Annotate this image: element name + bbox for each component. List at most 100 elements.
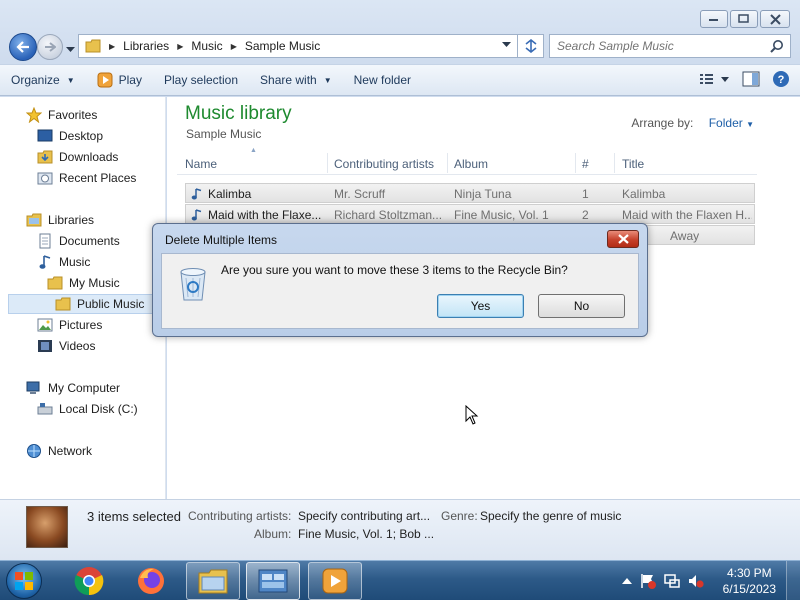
network-status-icon[interactable]	[664, 573, 680, 589]
no-button[interactable]: No	[538, 294, 625, 318]
breadcrumb-libraries[interactable]: Libraries	[123, 39, 169, 53]
folder-icon	[85, 39, 101, 53]
clock[interactable]: 4:30 PM 6/15/2023	[723, 565, 776, 597]
album-cell: Ninja Tuna	[454, 187, 512, 201]
breadcrumb-separator[interactable]: ▶	[109, 42, 115, 51]
address-history-dropdown-icon[interactable]	[502, 42, 511, 48]
star-icon	[26, 107, 42, 123]
nav-network[interactable]: Network	[0, 441, 165, 461]
action-center-flag-icon[interactable]	[640, 573, 656, 589]
table-row[interactable]: Kalimba Mr. Scruff Ninja Tuna 1 Kalimba	[185, 183, 755, 203]
taskbar-firefox[interactable]	[124, 562, 178, 600]
new-folder-button[interactable]: New folder	[343, 68, 422, 92]
nav-my-music[interactable]: My Music	[0, 273, 165, 293]
album-cell: Fine Music, Vol. 1	[454, 208, 549, 222]
artist-cell: Mr. Scruff	[334, 187, 386, 201]
column-header-title[interactable]: Title	[622, 157, 644, 171]
table-row[interactable]: Maid with the Flaxe... Richard Stoltzman…	[185, 204, 755, 224]
search-input[interactable]	[557, 39, 757, 53]
nav-music[interactable]: Music	[0, 252, 165, 272]
window-close-button[interactable]	[760, 10, 790, 28]
title-cell: Kalimba	[622, 187, 666, 201]
yes-button[interactable]: Yes	[437, 294, 524, 318]
column-header-name[interactable]: Name	[185, 157, 217, 171]
breadcrumb-separator[interactable]: ▶	[177, 42, 183, 51]
album-label: Album:	[254, 527, 292, 541]
libraries-icon	[26, 212, 42, 228]
show-hidden-icons-icon[interactable]	[622, 577, 632, 585]
show-desktop-button[interactable]	[786, 561, 800, 600]
column-header-artists[interactable]: Contributing artists	[334, 157, 434, 171]
nav-documents[interactable]: Documents	[0, 231, 165, 251]
navigation-pane: Favorites Desktop Downloads Recent Place…	[0, 97, 166, 499]
clock-date: 6/15/2023	[722, 582, 776, 596]
taskbar-media-player[interactable]	[308, 562, 362, 600]
recent-pages-dropdown[interactable]	[66, 42, 75, 56]
artists-label: Contributing artists:	[188, 509, 292, 523]
nav-favorites-label: Favorites	[48, 108, 98, 122]
nav-my-computer[interactable]: My Computer	[0, 378, 165, 398]
nav-videos[interactable]: Videos	[0, 336, 165, 356]
search-box[interactable]	[549, 34, 791, 58]
chevron-down-icon	[66, 47, 75, 52]
firefox-icon	[138, 568, 164, 594]
breadcrumb-music[interactable]: Music	[191, 39, 222, 53]
dialog-close-button[interactable]	[607, 230, 639, 248]
column-divider[interactable]	[614, 153, 615, 173]
toolbar-right-group: ?	[700, 70, 790, 88]
refresh-button[interactable]	[518, 34, 544, 58]
share-with-button[interactable]: Share with ▼	[249, 68, 343, 92]
preview-pane-icon[interactable]	[742, 71, 760, 87]
column-divider[interactable]	[575, 153, 576, 173]
chrome-icon	[74, 567, 104, 596]
dialog-title: Delete Multiple Items	[165, 233, 278, 247]
nav-desktop[interactable]: Desktop	[0, 126, 165, 146]
nav-libraries[interactable]: Libraries	[0, 210, 165, 230]
breadcrumb-sample-music[interactable]: Sample Music	[245, 39, 320, 53]
play-selection-button[interactable]: Play selection	[153, 68, 249, 92]
library-title: Music library	[185, 103, 292, 124]
dialog-body: Are you sure you want to move these 3 it…	[161, 253, 639, 329]
column-header-album[interactable]: Album	[454, 157, 488, 171]
music-note-icon	[37, 254, 53, 270]
title-cell: Maid with the Flaxen H...	[622, 208, 752, 222]
address-bar[interactable]: ▶ Libraries ▶ Music ▶ Sample Music	[78, 34, 518, 58]
play-button[interactable]: Play	[86, 68, 153, 92]
column-divider[interactable]	[327, 153, 328, 173]
audio-file-icon	[191, 188, 202, 200]
arrange-by-dropdown[interactable]: Folder ▼	[709, 116, 754, 130]
nav-pictures[interactable]: Pictures	[0, 315, 165, 335]
nav-public-music[interactable]: Public Music	[8, 294, 165, 314]
album-value[interactable]: Fine Music, Vol. 1; Bob ...	[298, 527, 434, 541]
search-icon[interactable]	[770, 39, 784, 53]
breadcrumb-separator[interactable]: ▶	[231, 42, 237, 51]
taskbar-control-panel[interactable]	[246, 562, 300, 600]
column-divider[interactable]	[447, 153, 448, 173]
forward-button[interactable]	[37, 34, 63, 60]
artists-value[interactable]: Specify contributing art...	[298, 509, 430, 523]
file-name: Maid with the Flaxe...	[208, 208, 322, 222]
taskbar-chrome[interactable]	[62, 562, 116, 600]
chevron-down-icon: ▼	[323, 75, 332, 85]
nav-public-music-label: Public Music	[77, 297, 145, 311]
back-button[interactable]	[9, 33, 37, 61]
system-tray	[622, 573, 704, 589]
column-header-number[interactable]: #	[582, 157, 589, 171]
close-icon	[617, 234, 629, 244]
arrow-left-icon	[16, 41, 29, 53]
nav-downloads[interactable]: Downloads	[0, 147, 165, 167]
maximize-icon	[738, 14, 749, 23]
downloads-folder-icon	[37, 149, 53, 165]
nav-favorites[interactable]: Favorites	[0, 105, 165, 125]
minimize-button[interactable]	[700, 10, 728, 28]
help-icon[interactable]: ?	[772, 70, 790, 88]
view-options-icon[interactable]	[700, 72, 730, 86]
maximize-button[interactable]	[730, 10, 758, 28]
nav-recent-places[interactable]: Recent Places	[0, 168, 165, 188]
volume-muted-icon[interactable]	[688, 573, 704, 589]
organize-button[interactable]: Organize ▼	[0, 68, 86, 92]
nav-local-disk[interactable]: Local Disk (C:)	[0, 399, 165, 419]
taskbar-explorer[interactable]	[186, 562, 240, 600]
start-button[interactable]	[6, 563, 42, 599]
genre-value[interactable]: Specify the genre of music	[480, 509, 621, 523]
